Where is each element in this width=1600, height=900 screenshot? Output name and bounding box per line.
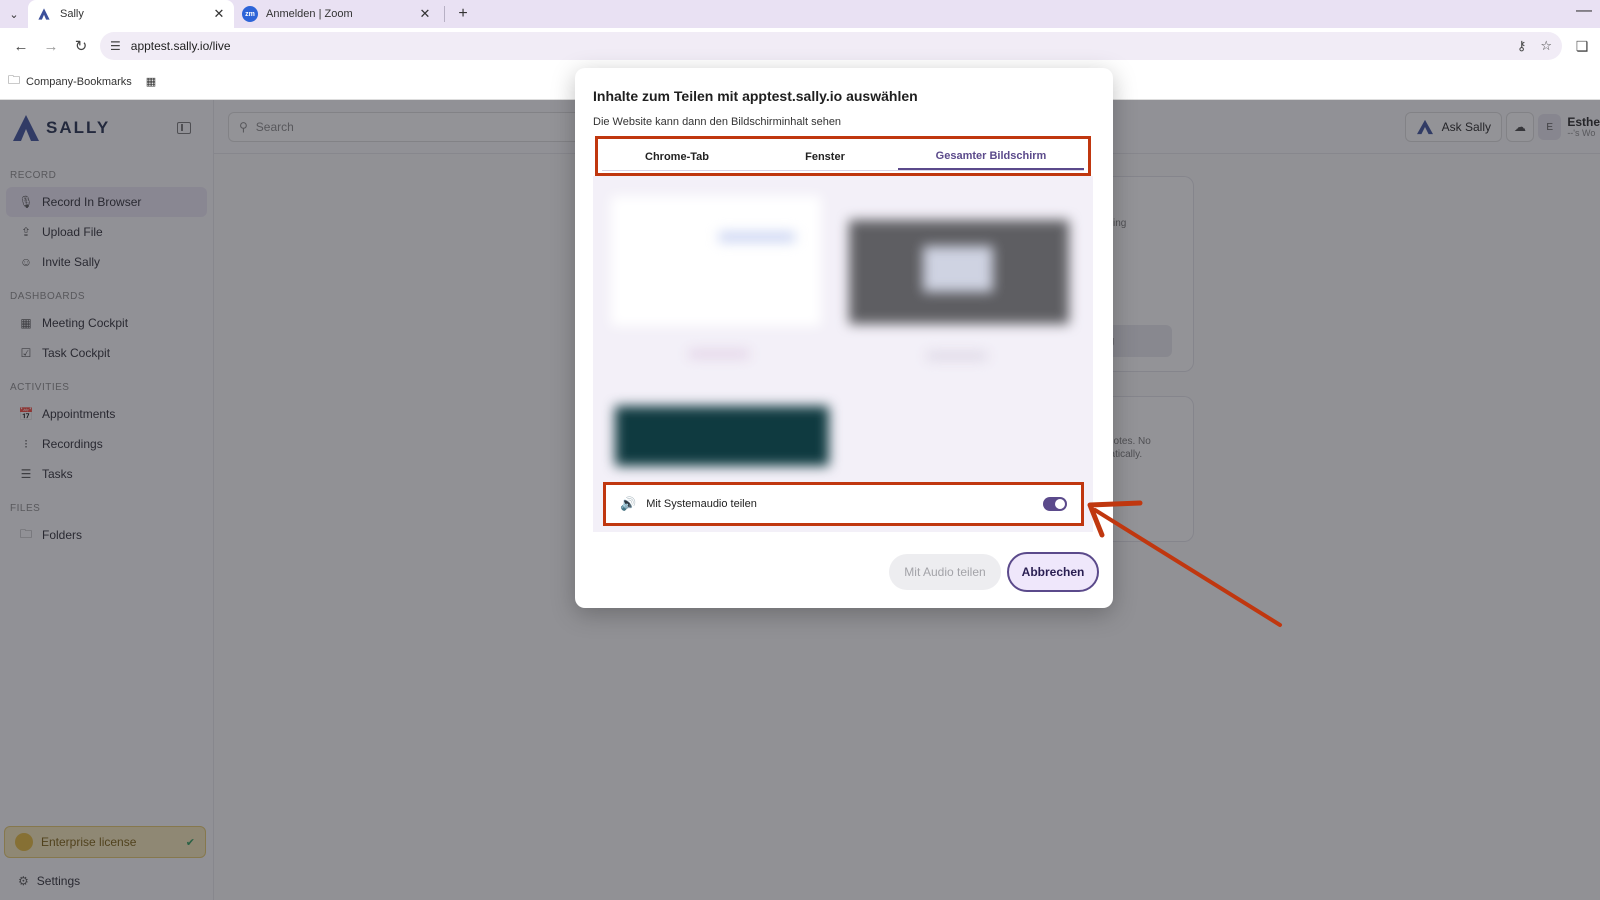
reload-icon[interactable]: ↻ [66,31,96,61]
tab-gesamter-bildschirm[interactable]: Gesamter Bildschirm [898,143,1084,170]
window-minimize-icon[interactable]: — [1576,2,1592,20]
new-tab-plus-icon[interactable]: + [451,0,475,28]
browser-tab-title: Anmelden | Zoom [266,8,353,20]
browser-tab-zoom[interactable]: zm Anmelden | Zoom ✕ [234,0,440,28]
screen-thumbnail-2-detail [923,246,993,292]
browser-tab-title: Sally [60,8,84,20]
apps-grid-icon[interactable]: ▦ [146,75,156,88]
screen-thumbnail-2-caption [927,352,987,360]
close-tab-icon[interactable]: ✕ [212,6,226,22]
close-tab-icon[interactable]: ✕ [418,6,432,22]
screen-thumbnail-3[interactable] [615,406,829,466]
folder-icon: 🗀 [8,73,21,87]
zoom-favicon-icon: zm [242,6,258,22]
system-audio-toggle[interactable] [1043,497,1067,511]
site-settings-icon[interactable]: ☰ [110,39,121,53]
screen-thumbnail-1-detail [719,232,795,242]
extensions-puzzle-icon[interactable]: ❏ [1570,38,1594,55]
system-audio-row[interactable]: 🔊 Mit Systemaudio teilen [612,489,1075,519]
speaker-icon: 🔊 [620,496,637,511]
screen-share-dialog: Inhalte zum Teilen mit apptest.sally.io … [575,68,1113,608]
bookmark-folder-company[interactable]: 🗀 Company-Bookmarks [8,71,132,92]
browser-tab-sally[interactable]: Sally ✕ [28,0,234,28]
system-audio-label: Mit Systemaudio teilen [646,498,757,510]
screen-thumbnail-1-caption [689,350,749,358]
browser-tabstrip: ⌄ Sally ✕ zm Anmelden | Zoom ✕ + — [0,0,1600,28]
tab-underline [602,170,1084,171]
tab-separator [444,6,445,22]
share-with-audio-button[interactable]: Mit Audio teilen [889,554,1001,590]
screen-preview-grid [593,176,1093,532]
system-audio-option: 🔊 Mit Systemaudio teilen [603,482,1084,526]
address-bar[interactable]: ☰ apptest.sally.io/live ⚷ ☆ [100,32,1562,60]
tab-chrome-tab[interactable]: Chrome-Tab [602,143,752,170]
bookmark-label: Company-Bookmarks [26,75,132,88]
bookmark-star-icon[interactable]: ☆ [1540,38,1552,54]
forward-arrow-icon[interactable]: → [36,31,66,61]
dialog-title: Inhalte zum Teilen mit apptest.sally.io … [593,88,918,104]
share-source-tabs: Chrome-Tab Fenster Gesamter Bildschirm [595,136,1091,176]
tab-search-chevron-icon[interactable]: ⌄ [0,0,28,28]
back-arrow-icon[interactable]: ← [6,31,36,61]
tab-fenster[interactable]: Fenster [752,143,898,170]
cancel-button[interactable]: Abbrechen [1007,552,1099,592]
url-text: apptest.sally.io/live [130,39,231,53]
screen-thumbnail-1[interactable] [611,196,821,326]
dialog-subtitle: Die Website kann dann den Bildschirminha… [593,116,842,128]
sally-favicon-icon [36,6,52,22]
key-icon[interactable]: ⚷ [1517,38,1527,54]
browser-toolbar: ← → ↻ ☰ apptest.sally.io/live ⚷ ☆ ❏ [0,28,1600,64]
